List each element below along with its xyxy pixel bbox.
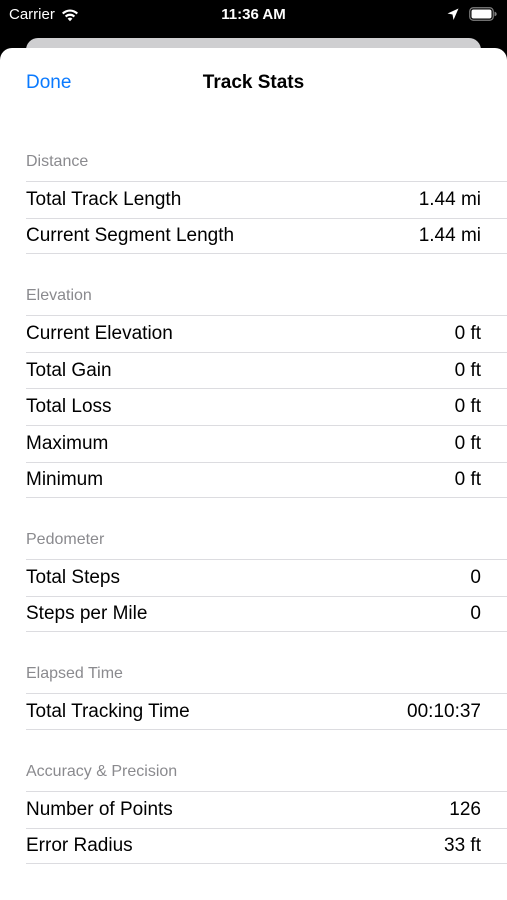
- location-arrow-icon: [447, 8, 459, 20]
- stat-label: Minimum: [26, 468, 104, 490]
- stat-row: Maximum 0 ft: [26, 424, 507, 462]
- stat-value: 0 ft: [454, 322, 481, 344]
- stat-label: Total Track Length: [26, 188, 182, 210]
- page-title: Track Stats: [202, 72, 305, 93]
- stat-value: 126: [449, 798, 481, 820]
- stat-row: Total Gain 0 ft: [26, 351, 507, 389]
- stat-row: Current Elevation 0 ft: [26, 315, 507, 352]
- section-header: Elevation: [26, 287, 92, 305]
- stat-value: 0 ft: [454, 468, 481, 490]
- stat-row: Steps per Mile 0: [26, 595, 507, 633]
- stats-list: Distance Total Track Length 1.44 mi Current…: [0, 152, 507, 865]
- stat-value: 0 ft: [454, 432, 481, 454]
- section-rows: Total Steps 0 Steps per Mile 0: [0, 559, 507, 633]
- status-right-group: [447, 7, 497, 21]
- stat-row: Minimum 0 ft: [26, 461, 507, 499]
- section-rows: Current Elevation 0 ft Total Gain 0 ft Total…: [0, 315, 507, 499]
- stat-value: 0: [470, 566, 481, 588]
- stat-value: 1.44 mi: [418, 188, 481, 210]
- section-distance: Distance Total Track Length 1.44 mi Current…: [0, 152, 507, 255]
- section-header: Accuracy & Precision: [26, 762, 178, 780]
- section-accuracy-precision: Accuracy & Precision Number of Points 126 E…: [0, 762, 507, 865]
- stat-value: 1.44 mi: [418, 224, 481, 246]
- battery-icon: [469, 7, 497, 21]
- section-elevation: Elevation Current Elevation 0 ft Total Gain…: [0, 286, 507, 499]
- section-header: Distance: [26, 153, 89, 170]
- stat-label: Total Gain: [26, 359, 112, 381]
- stat-row: Current Segment Length 1.44 mi: [26, 217, 507, 255]
- section-elapsed-time: Elapsed Time Total Tracking Time 00:10:37: [0, 664, 507, 730]
- section-rows: Number of Points 126 Error Radius 33 ft: [0, 790, 507, 865]
- section-rows: Total Tracking Time 00:10:37: [0, 693, 507, 730]
- stat-row: Total Track Length 1.44 mi: [26, 181, 507, 218]
- stat-row: Error Radius 33 ft: [26, 827, 507, 865]
- stat-label: Error Radius: [26, 834, 133, 856]
- stat-row: Total Tracking Time 00:10:37: [26, 693, 507, 730]
- nav-bar: Done Track Stats: [0, 48, 507, 120]
- stat-value: 0: [470, 603, 481, 625]
- section-pedometer: Pedometer Total Steps 0 Steps per Mile 0: [0, 530, 507, 633]
- section-rows: Total Track Length 1.44 mi Current Segment…: [0, 181, 507, 255]
- stat-label: Steps per Mile: [26, 603, 148, 625]
- status-time: 11:36 AM: [221, 6, 286, 23]
- stat-label: Current Segment Length: [26, 224, 235, 246]
- stat-row: Total Steps 0: [26, 559, 507, 596]
- stat-value: 00:10:37: [407, 700, 481, 722]
- section-header: Pedometer: [26, 531, 105, 549]
- stat-value: 33 ft: [444, 834, 481, 856]
- stat-label: Total Steps: [26, 566, 120, 588]
- stat-label: Current Elevation: [26, 322, 173, 344]
- stat-label: Total Loss: [26, 396, 112, 418]
- stat-label: Total Tracking Time: [26, 700, 190, 722]
- stat-value: 0 ft: [454, 396, 481, 418]
- track-stats-sheet: Done Track Stats Distance Total Track Len…: [0, 48, 507, 900]
- stat-row: Total Loss 0 ft: [26, 388, 507, 425]
- stat-label: Number of Points: [26, 798, 173, 820]
- stat-label: Maximum: [26, 432, 109, 454]
- section-header: Elapsed Time: [26, 665, 123, 683]
- status-bar: Carrier 11:36 AM: [0, 0, 507, 30]
- stat-row: Number of Points 126: [26, 790, 507, 828]
- stat-value: 0 ft: [454, 359, 481, 381]
